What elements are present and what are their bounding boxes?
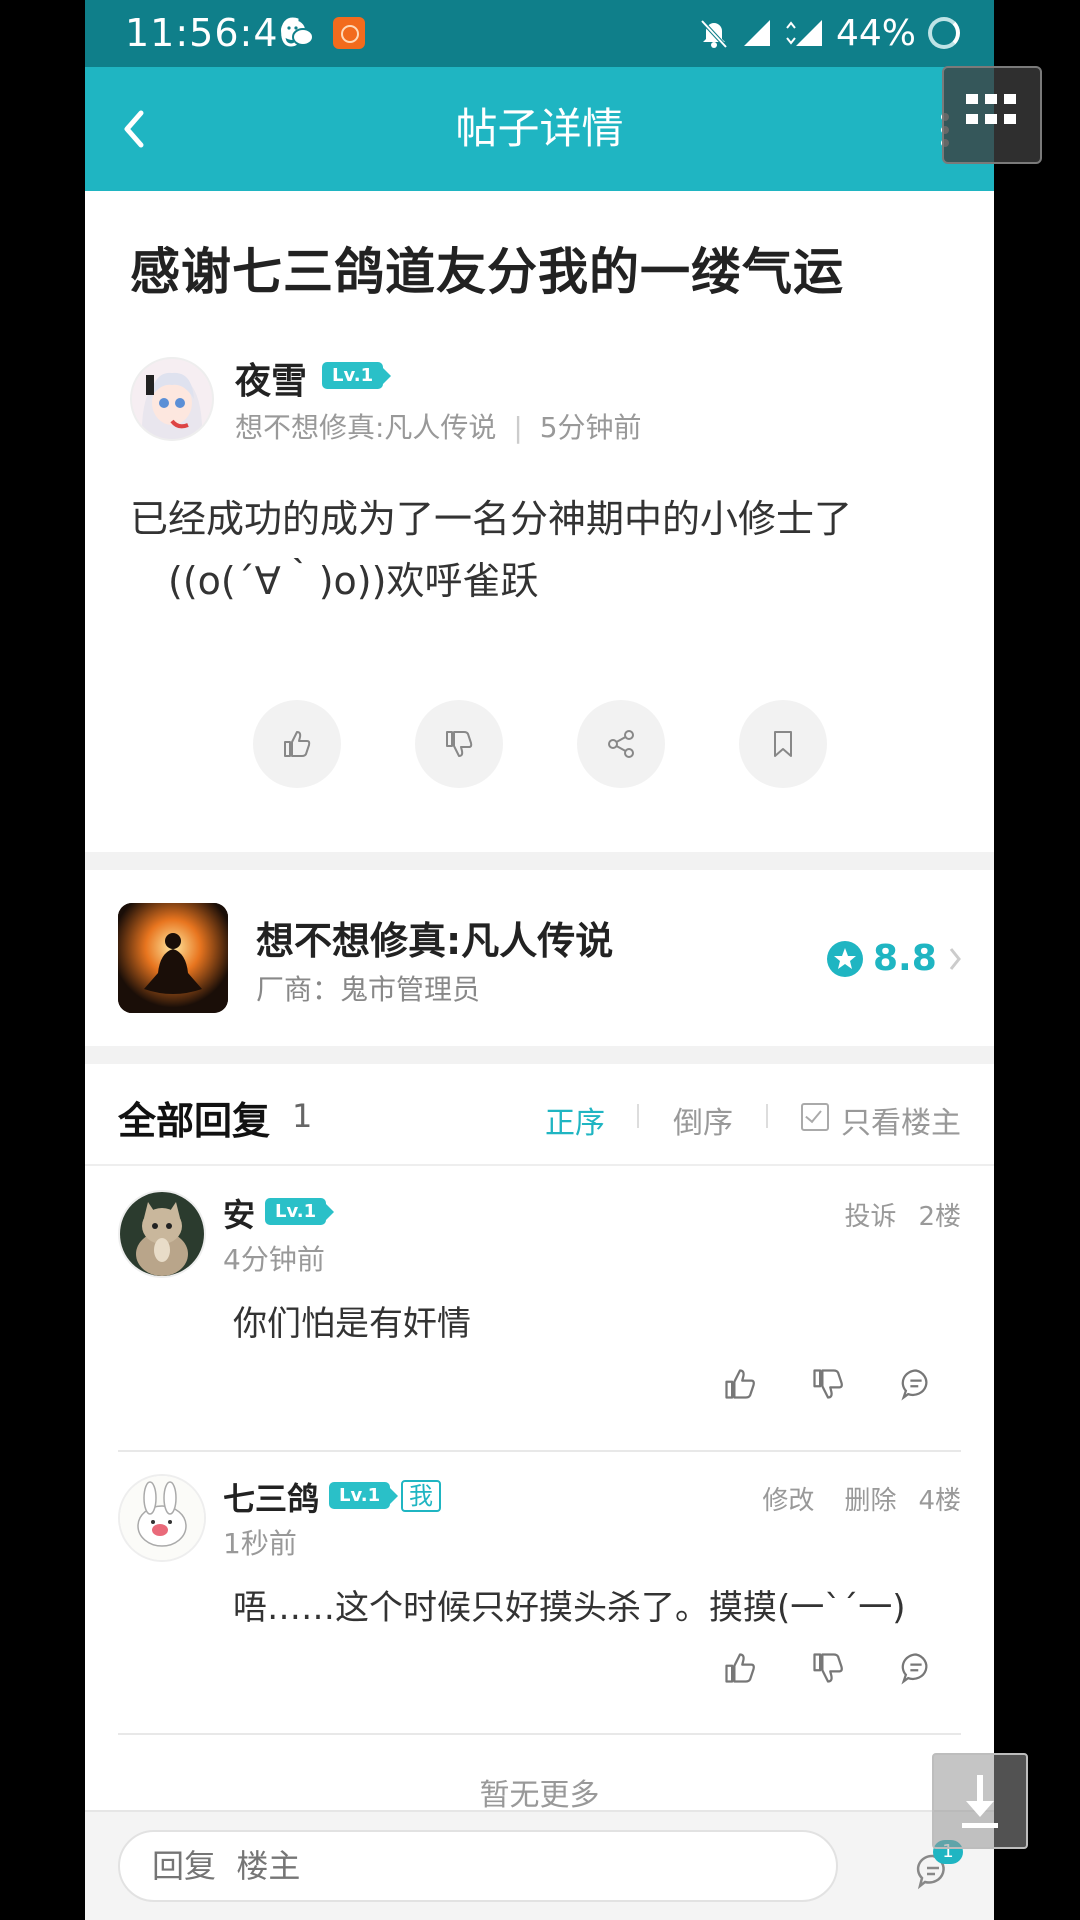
author-avatar[interactable]	[130, 357, 214, 441]
only-op-checkbox[interactable]	[801, 1103, 829, 1131]
only-op-label[interactable]: 只看楼主	[841, 1098, 961, 1142]
sort-descending-tab[interactable]: 倒序	[673, 1098, 733, 1142]
rabbit-avatar-icon	[120, 1476, 204, 1560]
grid-icon	[966, 94, 1016, 124]
floor-number: 2楼	[918, 1202, 961, 1232]
reply-avatar[interactable]	[118, 1474, 206, 1562]
cat-avatar-icon	[120, 1192, 204, 1276]
bookmark-icon	[774, 731, 792, 757]
signal-icon	[743, 20, 770, 46]
download-arrow-icon	[962, 1775, 998, 1828]
status-bar: 11:56:46 44%	[85, 0, 994, 67]
floating-download-button[interactable]	[932, 1753, 1028, 1849]
battery-ring-icon	[928, 17, 960, 49]
tab-divider	[766, 1104, 768, 1128]
wechat-icon	[281, 20, 314, 46]
battery-percent: 44%	[835, 12, 916, 54]
sort-ascending-tab[interactable]: 正序	[545, 1098, 605, 1142]
reply-time: 4分钟前	[223, 1243, 325, 1276]
anime-girl-avatar-icon	[132, 359, 212, 439]
meditating-cultivator-icon	[118, 903, 228, 1013]
mute-bell-icon	[700, 19, 728, 49]
post-meta: 想不想修真:凡人传说 | 5分钟前	[235, 406, 642, 446]
post-body-line: ((o(´∀｀)o))欢呼雀跃	[168, 559, 539, 603]
thumbs-up-icon	[284, 731, 311, 757]
reply-avatar[interactable]	[118, 1190, 206, 1278]
game-name[interactable]: 想不想修真:凡人传说	[256, 910, 613, 965]
report-link[interactable]: 投诉	[844, 1202, 896, 1232]
like-button[interactable]	[253, 700, 341, 788]
reply-composer: 1	[85, 1810, 994, 1920]
reply-author-name[interactable]: 安	[223, 1190, 255, 1236]
reply-time: 1秒前	[223, 1527, 297, 1560]
divider	[85, 1164, 994, 1166]
post-time: 5分钟前	[539, 411, 642, 444]
reply-author-name[interactable]: 七三鸽	[223, 1474, 319, 1520]
chevron-right-icon	[949, 947, 961, 970]
bookmark-button[interactable]	[739, 700, 827, 788]
floor-number: 4楼	[918, 1486, 961, 1516]
game-vendor: 厂商：鬼市管理员	[256, 973, 481, 1006]
section-divider	[85, 852, 994, 870]
reply-like-icon[interactable]	[722, 1366, 758, 1402]
status-right: 44%	[698, 10, 960, 56]
reply-body: 你们怕是有奸情	[233, 1304, 471, 1344]
app-bar: 帖子详情	[85, 67, 994, 191]
reply-level-badge: Lv.1	[329, 1482, 399, 1509]
me-tag: 我	[401, 1480, 441, 1512]
delete-link[interactable]: 删除	[844, 1486, 896, 1516]
reply-input[interactable]	[118, 1830, 838, 1902]
app-notification-icon	[333, 17, 365, 49]
4g-signal-icon	[786, 20, 822, 46]
game-icon[interactable]	[118, 903, 228, 1013]
dislike-button[interactable]	[415, 700, 503, 788]
reply-actions-top: 投诉 2楼	[822, 1196, 961, 1233]
reply-dislike-icon[interactable]	[810, 1650, 846, 1686]
reply-comment-icon[interactable]	[898, 1366, 934, 1402]
author-name[interactable]: 夜雪	[235, 352, 307, 404]
tab-divider	[637, 1104, 639, 1128]
share-button[interactable]	[577, 700, 665, 788]
post-source[interactable]: 想不想修真:凡人传说	[235, 411, 496, 444]
divider	[118, 1450, 961, 1452]
reply-body: 唔……这个时候只好摸头杀了。摸摸(一`´一)	[233, 1588, 906, 1628]
edit-link[interactable]: 修改	[762, 1486, 814, 1516]
no-more-text: 暂无更多	[479, 1778, 600, 1813]
reply-like-icon[interactable]	[722, 1650, 758, 1686]
share-icon	[608, 730, 634, 758]
reply-actions-top: 修改 删除 4楼	[740, 1480, 961, 1517]
floating-grid-button[interactable]	[942, 66, 1042, 164]
game-rating[interactable]: 8.8	[827, 938, 963, 979]
replies-heading: 全部回复	[118, 1099, 271, 1143]
thumbs-down-icon	[446, 731, 473, 757]
post-body: 已经成功的成为了一名分神期中的小修士了 ((o(´∀｀)o))欢呼雀跃	[130, 488, 930, 612]
post-body-line: 已经成功的成为了一名分神期中的小修士了	[130, 497, 853, 541]
star-icon	[827, 940, 863, 977]
page-title: 帖子详情	[455, 104, 624, 153]
section-divider	[85, 1046, 994, 1064]
author-level-badge: Lv.1	[322, 362, 392, 389]
divider	[118, 1733, 961, 1735]
meta-separator: |	[513, 411, 523, 444]
status-time: 11:56:46	[125, 11, 304, 55]
reply-level-badge: Lv.1	[265, 1198, 335, 1225]
screen: 11:56:46 44% 帖子详情 感谢七三鸽道友分我的一缕气运 夜雪 Lv.1…	[85, 0, 994, 1920]
replies-count: 1	[292, 1097, 313, 1135]
reply-comment-icon[interactable]	[898, 1650, 934, 1686]
rating-value: 8.8	[873, 938, 937, 979]
post-title: 感谢七三鸽道友分我的一缕气运	[130, 243, 844, 301]
reply-dislike-icon[interactable]	[810, 1366, 846, 1402]
